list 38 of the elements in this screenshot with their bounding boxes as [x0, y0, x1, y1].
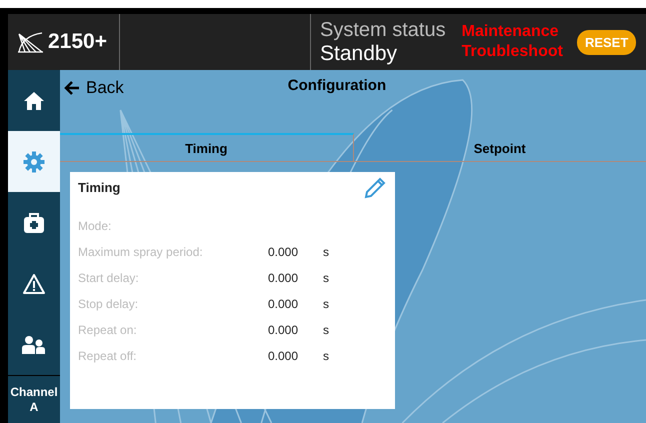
- tab[interactable]: Timing: [60, 133, 354, 161]
- status-label: System status: [320, 19, 446, 42]
- alert-text: Troubleshoot: [462, 42, 563, 62]
- unit-label: s: [323, 271, 329, 285]
- field-label: Repeat off:: [78, 349, 138, 363]
- field-value: 0.000: [268, 271, 300, 285]
- field-label: Stop delay:: [78, 297, 140, 311]
- channel-button[interactable]: Channel A: [8, 375, 60, 423]
- sidebar-item[interactable]: [8, 70, 60, 131]
- field-value: 0.000: [268, 245, 300, 259]
- back-button[interactable]: Back: [64, 78, 124, 98]
- status-value: Standby: [320, 42, 398, 65]
- sidebar-item[interactable]: [8, 314, 60, 375]
- medical-kit-icon: [23, 212, 45, 234]
- unit-label: s: [323, 323, 329, 337]
- unit-label: s: [323, 245, 329, 259]
- field-label: Maximum spray period:: [78, 245, 204, 259]
- field-label: Mode:: [78, 219, 112, 233]
- unit-label: s: [323, 349, 329, 363]
- product-name: 2150+: [48, 30, 107, 54]
- field-value: 0.000: [268, 323, 300, 337]
- field-value: 0.000: [268, 297, 300, 311]
- edit-pencil-icon[interactable]: [363, 176, 387, 200]
- users-icon: [22, 334, 46, 354]
- page-title: Configuration: [288, 76, 386, 94]
- back-arrow-icon: [64, 81, 80, 95]
- alert-text: Maintenance: [462, 22, 560, 42]
- field-label: Repeat on:: [78, 323, 138, 337]
- card-title: Timing: [78, 180, 120, 195]
- sidebar-item[interactable]: [8, 192, 60, 253]
- home-icon: [23, 90, 45, 110]
- spray-logo-icon: [16, 30, 44, 54]
- settings-icon: [23, 150, 45, 172]
- unit-label: s: [323, 297, 329, 311]
- warning-icon: [22, 272, 46, 294]
- field-value: 0.000: [268, 349, 300, 363]
- tab[interactable]: Setpoint: [354, 133, 646, 161]
- field-label: Start delay:: [78, 271, 140, 285]
